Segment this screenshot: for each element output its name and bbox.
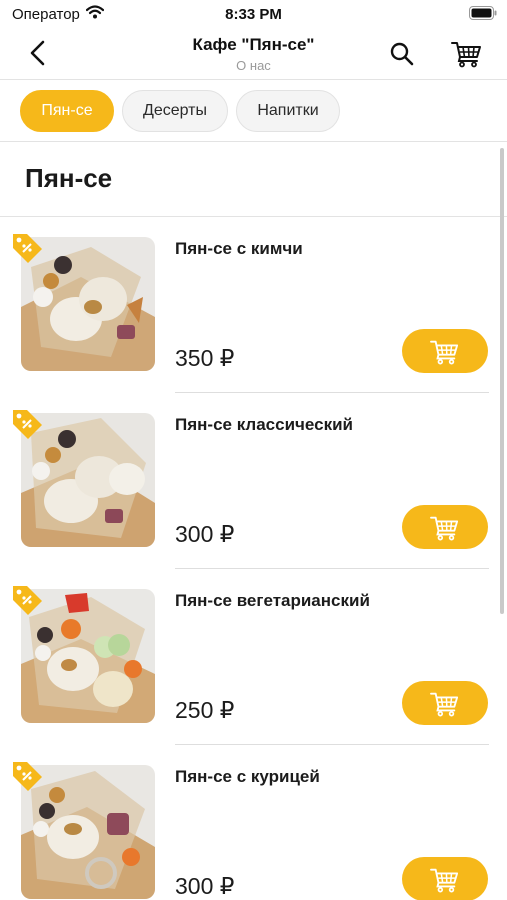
- cart-icon: [430, 340, 459, 365]
- back-button[interactable]: [26, 38, 50, 68]
- status-bar: Оператор 8:33 PM: [0, 0, 507, 28]
- chevron-left-icon: [30, 40, 45, 66]
- product-name[interactable]: Пян-се вегетарианский: [175, 591, 370, 611]
- product-price: 300 ₽: [175, 873, 235, 899]
- product-row[interactable]: Пян-се с курицей 300 ₽: [0, 745, 507, 900]
- section-header: Пян-се: [0, 143, 507, 217]
- product-row[interactable]: Пян-се с кимчи 350 ₽: [0, 217, 507, 393]
- discount-tag-icon: [13, 586, 42, 615]
- cart-button[interactable]: [450, 38, 484, 68]
- status-time: 8:33 PM: [225, 6, 282, 23]
- add-to-cart-button[interactable]: [402, 857, 488, 900]
- section-title: Пян-се: [25, 163, 113, 193]
- product-name[interactable]: Пян-се классический: [175, 415, 353, 435]
- product-row[interactable]: Пян-се вегетарианский 250 ₽: [0, 569, 507, 745]
- navigation-bar: Кафе "Пян-се" О нас: [0, 28, 507, 80]
- cart-icon: [451, 42, 481, 68]
- product-name[interactable]: Пян-се с курицей: [175, 767, 320, 787]
- add-to-cart-button[interactable]: [402, 329, 488, 373]
- category-chip-drinks[interactable]: Напитки: [236, 90, 340, 132]
- discount-tag-icon: [13, 410, 42, 439]
- category-tabs: Пян-се Десерты Напитки: [0, 80, 507, 142]
- category-chip-desserts[interactable]: Десерты: [122, 90, 228, 132]
- search-icon: [390, 42, 414, 66]
- product-price: 300 ₽: [175, 521, 235, 547]
- nav-title-block[interactable]: Кафе "Пян-се" О нас: [120, 34, 387, 74]
- product-price: 350 ₽: [175, 345, 235, 371]
- cart-icon: [430, 692, 459, 717]
- cart-icon: [430, 868, 459, 893]
- discount-tag-icon: [13, 234, 42, 263]
- add-to-cart-button[interactable]: [402, 681, 488, 725]
- add-to-cart-button[interactable]: [402, 505, 488, 549]
- search-button[interactable]: [388, 40, 416, 68]
- page-title: Кафе "Пян-се": [192, 35, 315, 54]
- discount-tag-icon: [13, 762, 42, 791]
- about-link[interactable]: О нас: [120, 58, 387, 74]
- product-price: 250 ₽: [175, 697, 235, 723]
- battery-icon: [469, 6, 497, 20]
- product-row[interactable]: Пян-се классический 300 ₽: [0, 393, 507, 569]
- category-chip-pyanse[interactable]: Пян-се: [20, 90, 114, 132]
- cart-icon: [430, 516, 459, 541]
- product-name[interactable]: Пян-се с кимчи: [175, 239, 303, 259]
